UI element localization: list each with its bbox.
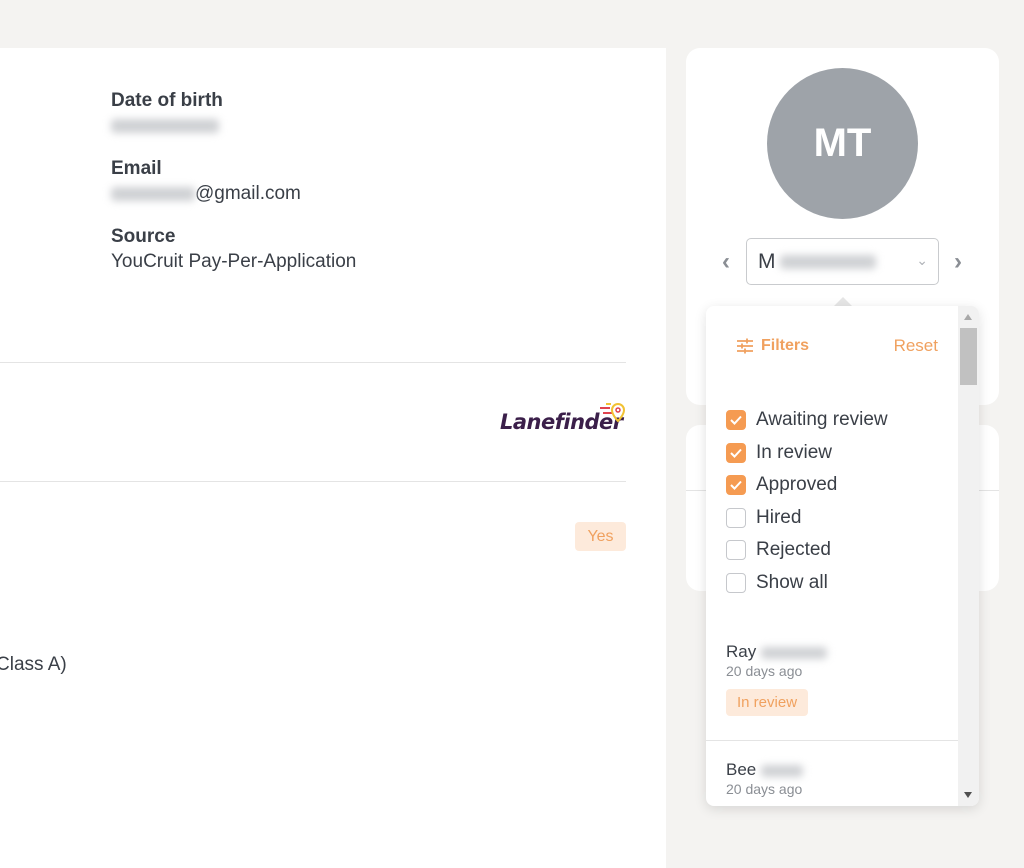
- checkbox[interactable]: [726, 507, 746, 528]
- candidate-list-item[interactable]: Bee 20 days ago: [726, 760, 803, 797]
- checkbox[interactable]: [726, 540, 746, 561]
- scroll-down-arrow-icon[interactable]: [964, 792, 972, 798]
- filter-rejected[interactable]: Rejected: [726, 534, 888, 567]
- company-logo: Lanefinder: [500, 400, 630, 442]
- license-class-text: Class A): [0, 654, 67, 675]
- prev-candidate-button[interactable]: ‹: [716, 248, 736, 275]
- divider: [0, 362, 626, 363]
- redacted-text: [760, 646, 827, 659]
- divider: [706, 740, 958, 741]
- next-candidate-button[interactable]: ›: [948, 248, 968, 275]
- dob-label: Date of birth: [111, 90, 223, 111]
- dropdown-caret: [834, 297, 852, 306]
- checkbox[interactable]: [726, 442, 746, 463]
- filters-header: Filters Reset: [736, 336, 938, 356]
- status-filter-list: Awaiting review In review Approved Hired…: [726, 404, 888, 599]
- check-icon: [730, 416, 742, 426]
- check-icon: [730, 448, 742, 458]
- filter-show-all[interactable]: Show all: [726, 567, 888, 600]
- chevron-down-icon: ⌄: [916, 252, 928, 268]
- redacted-text: [111, 186, 195, 201]
- checkbox[interactable]: [726, 572, 746, 593]
- checkbox[interactable]: [726, 410, 746, 431]
- avatar: MT: [767, 68, 918, 219]
- answer-badge: Yes: [575, 522, 626, 551]
- filter-hired[interactable]: Hired: [726, 502, 888, 535]
- redacted-text: [760, 764, 803, 777]
- sliders-icon: [737, 338, 753, 354]
- scroll-thumb[interactable]: [960, 328, 977, 385]
- dob-field: Date of birth: [111, 90, 223, 137]
- status-badge: In review: [726, 689, 809, 716]
- check-icon: [730, 481, 742, 491]
- divider: [0, 481, 626, 482]
- email-value: @gmail.com: [111, 183, 301, 205]
- redacted-text: [779, 254, 876, 269]
- checkbox[interactable]: [726, 475, 746, 496]
- candidate-dropdown: Filters Reset Awaiting review In review …: [706, 306, 979, 806]
- candidate-details-panel: Date of birth Email @gmail.com Source Yo…: [0, 48, 666, 868]
- filter-awaiting-review[interactable]: Awaiting review: [726, 404, 888, 437]
- reset-button[interactable]: Reset: [894, 336, 938, 356]
- email-label: Email: [111, 158, 162, 179]
- source-field: Source YouCruit Pay-Per-Application: [111, 226, 356, 273]
- location-pin-icon: [600, 402, 626, 423]
- dob-value: [111, 115, 223, 137]
- scrollbar[interactable]: [958, 306, 979, 806]
- filters-button[interactable]: Filters: [736, 337, 809, 355]
- candidate-select[interactable]: M ⌄: [746, 238, 939, 285]
- redacted-text: [111, 118, 219, 133]
- filter-approved[interactable]: Approved: [726, 469, 888, 502]
- email-field: Email @gmail.com: [111, 158, 301, 205]
- candidate-list-item[interactable]: Ray 20 days ago In review: [726, 642, 827, 716]
- scroll-up-arrow-icon[interactable]: [964, 314, 972, 320]
- source-label: Source: [111, 226, 176, 247]
- filter-in-review[interactable]: In review: [726, 437, 888, 470]
- source-value: YouCruit Pay-Per-Application: [111, 251, 357, 272]
